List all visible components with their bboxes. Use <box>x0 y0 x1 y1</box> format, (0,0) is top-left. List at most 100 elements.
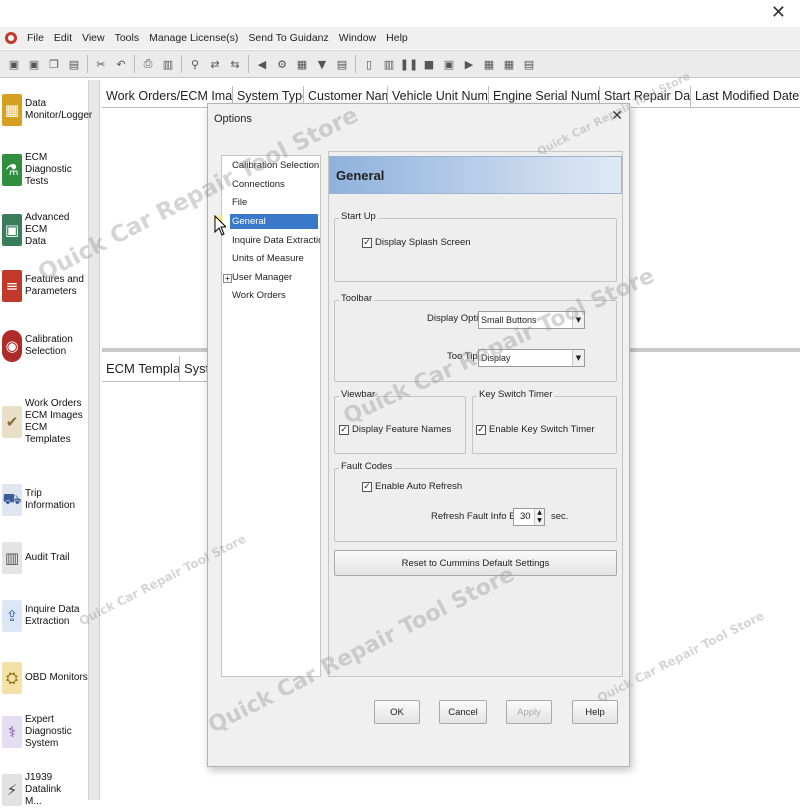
toolbar-options-group: Toolbar Display Options Small Buttons ▼ … <box>334 293 617 382</box>
save-as-icon[interactable]: ▣ <box>26 56 42 72</box>
toolbar: ▣ ▣ ❐ ▤ ✂ ↶ ⎙ ▥ ⚲ ⇄ ⇆ ◀ ⚙ ▦ ▼ ▤ ▯ ▥ ❚❚ ■… <box>0 50 800 78</box>
feature-sidebar: ▦ Data Monitor/Logger ⚗ ECM Diagnostic T… <box>0 80 100 807</box>
dialog-title: Options <box>214 113 252 125</box>
help-button[interactable]: Help <box>572 700 618 724</box>
dialog-close-icon[interactable]: ✕ <box>611 108 623 124</box>
reset-defaults-button[interactable]: Reset to Cummins Default Settings <box>334 550 617 576</box>
sidebar-item-label: Trip Information <box>25 488 76 511</box>
cancel-button[interactable]: Cancel <box>439 700 487 724</box>
spin-arrows-icon[interactable]: ▲ ▼ <box>534 509 544 525</box>
mouse-cursor-icon <box>214 215 226 236</box>
menu-file[interactable]: File <box>22 32 49 44</box>
sidebar-item-expert-diagnostic-system[interactable]: ⚕ Expert Diagnostic System <box>2 714 90 750</box>
refresh-interval-stepper[interactable]: 30 ▲ ▼ <box>513 508 545 526</box>
speaker-icon[interactable]: ◀ <box>254 56 270 72</box>
tree-item-inquire-data-extraction[interactable]: Inquire Data Extraction <box>230 233 320 248</box>
paste-icon[interactable]: ▤ <box>66 56 82 72</box>
tree-item-units-of-measure[interactable]: Units of Measure <box>230 251 306 266</box>
tree-item-calibration-selection[interactable]: Calibration Selection <box>230 158 320 173</box>
advanced-ecm-icon: ▣ <box>2 214 22 246</box>
stop-icon[interactable]: ■ <box>421 56 437 72</box>
display-feature-names-checkbox[interactable]: ✓ Display Feature Names <box>339 424 451 435</box>
audit-trail-icon: ▥ <box>2 542 22 574</box>
column-header-last-modified-date[interactable]: Last Modified Date <box>691 86 800 107</box>
tree-item-file[interactable]: File <box>230 195 249 210</box>
export-icon[interactable]: ▦ <box>481 56 497 72</box>
sidebar-item-audit-trail[interactable]: ▥ Audit Trail <box>2 542 90 574</box>
sidebar-item-calibration-selection[interactable]: ◉ Calibration Selection <box>2 330 90 362</box>
sidebar-item-advanced-ecm-data[interactable]: ▣ Advanced ECM Data <box>2 212 90 248</box>
print-icon[interactable]: ⎙ <box>140 56 156 72</box>
panel-header: General <box>329 156 622 194</box>
window-close-icon[interactable]: ✕ <box>771 2 786 23</box>
menu-window[interactable]: Window <box>334 32 381 44</box>
sidebar-item-work-orders[interactable]: ✔ Work Orders ECM Images ECM Templates <box>2 398 90 446</box>
sidebar-item-trip-information[interactable]: ⛟ Trip Information <box>2 484 90 516</box>
checkbox-check-icon: ✓ <box>362 237 372 248</box>
ecm-template-grid-header: ECM Template Syste <box>102 356 222 382</box>
import-icon[interactable]: ▦ <box>501 56 517 72</box>
checkbox-check-icon: ✓ <box>339 424 349 435</box>
startup-legend: Start Up <box>339 211 378 222</box>
sidebar-item-j1939-datalink[interactable]: ⚡ J1939 Datalink M... <box>2 772 90 808</box>
ok-button[interactable]: OK <box>374 700 420 724</box>
save-icon[interactable]: ▣ <box>6 56 22 72</box>
sidebar-item-obd-monitors[interactable]: ⛭ OBD Monitors <box>2 662 90 694</box>
sidebar-item-data-monitor[interactable]: ▦ Data Monitor/Logger <box>2 94 92 126</box>
refresh-unit-label: sec. <box>551 511 569 522</box>
record-icon[interactable]: ▣ <box>441 56 457 72</box>
tree-item-work-orders[interactable]: Work Orders <box>230 288 288 303</box>
copy-icon[interactable]: ❐ <box>46 56 62 72</box>
column-header-ecm-template[interactable]: ECM Template <box>102 356 180 381</box>
options-dialog: Options ✕ Calibration Selection Connecti… <box>207 103 630 767</box>
sidebar-item-ecm-diagnostic-tests[interactable]: ⚗ ECM Diagnostic Tests <box>2 152 90 188</box>
settings-icon[interactable]: ⚙ <box>274 56 290 72</box>
display-options-select[interactable]: Small Buttons ▼ <box>478 311 585 329</box>
cut-icon[interactable]: ✂ <box>93 56 109 72</box>
find-icon[interactable]: ⚲ <box>187 56 203 72</box>
menu-manage-licenses[interactable]: Manage License(s) <box>144 32 243 44</box>
tree-item-connections[interactable]: Connections <box>230 177 287 192</box>
menu-view[interactable]: View <box>77 32 110 44</box>
menu-tools[interactable]: Tools <box>110 32 145 44</box>
sidebar-item-label: Work Orders ECM Images ECM Templates <box>25 398 83 445</box>
sidebar-item-features-parameters[interactable]: ≡ Features and Parameters <box>2 270 90 302</box>
toolbar-separator <box>134 55 135 73</box>
filter-icon[interactable]: ▼ <box>314 56 330 72</box>
apply-button[interactable]: Apply <box>506 700 552 724</box>
display-splash-checkbox[interactable]: ✓ Display Splash Screen <box>362 237 471 248</box>
trip-icon: ⛟ <box>2 484 22 516</box>
sidebar-item-inquire-data-extraction[interactable]: ⇪ Inquire Data Extraction <box>2 600 90 632</box>
expert-icon: ⚕ <box>2 716 22 748</box>
enable-auto-refresh-checkbox[interactable]: ✓ Enable Auto Refresh <box>362 481 462 492</box>
log-icon[interactable]: ▤ <box>521 56 537 72</box>
tree-item-general[interactable]: General <box>230 214 318 229</box>
connect-icon[interactable]: ⇄ <box>207 56 223 72</box>
window-title-strip: ✕ <box>0 0 800 26</box>
viewbar-group: Viewbar ✓ Display Feature Names <box>334 389 466 454</box>
menu-edit[interactable]: Edit <box>49 32 77 44</box>
app-logo-icon <box>5 32 17 44</box>
disconnect-icon[interactable]: ⇆ <box>227 56 243 72</box>
enable-auto-refresh-label: Enable Auto Refresh <box>375 481 463 492</box>
report-icon[interactable]: ▤ <box>334 56 350 72</box>
tree-item-user-manager[interactable]: User Manager <box>230 270 294 285</box>
enable-key-switch-checkbox[interactable]: ✓ Enable Key Switch Timer <box>476 424 595 435</box>
graph-icon[interactable]: ▥ <box>381 56 397 72</box>
undo-icon[interactable]: ↶ <box>113 56 129 72</box>
document-icon[interactable]: ▯ <box>361 56 377 72</box>
pause-icon[interactable]: ❚❚ <box>400 56 418 72</box>
print-preview-icon[interactable]: ▥ <box>160 56 176 72</box>
data-monitor-icon: ▦ <box>2 94 22 126</box>
monitor-icon[interactable]: ▦ <box>294 56 310 72</box>
j1939-icon: ⚡ <box>2 774 22 806</box>
checkbox-check-icon: ✓ <box>476 424 486 435</box>
sidebar-item-label: OBD Monitors <box>25 672 88 683</box>
options-category-tree: Calibration Selection Connections File G… <box>221 155 321 677</box>
sidebar-item-label: Audit Trail <box>25 552 70 563</box>
display-feature-names-label: Display Feature Names <box>352 424 452 435</box>
tool-tips-select[interactable]: Display ▼ <box>478 349 585 367</box>
playback-icon[interactable]: ▶ <box>461 56 477 72</box>
menu-help[interactable]: Help <box>381 32 413 44</box>
menu-send-to-guidanz[interactable]: Send To Guidanz <box>243 32 333 44</box>
